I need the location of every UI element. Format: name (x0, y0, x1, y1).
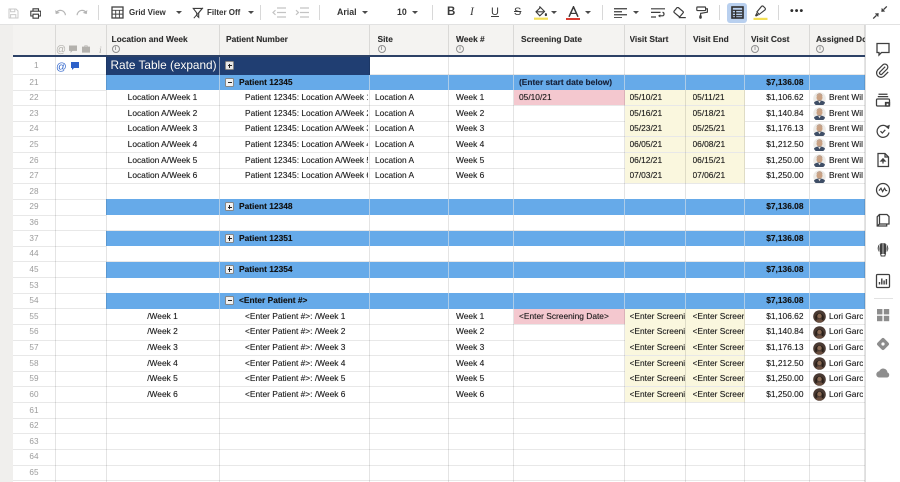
svg-text:@: @ (56, 61, 67, 72)
svg-text:i: i (99, 45, 102, 55)
svg-text:@: @ (56, 45, 66, 56)
